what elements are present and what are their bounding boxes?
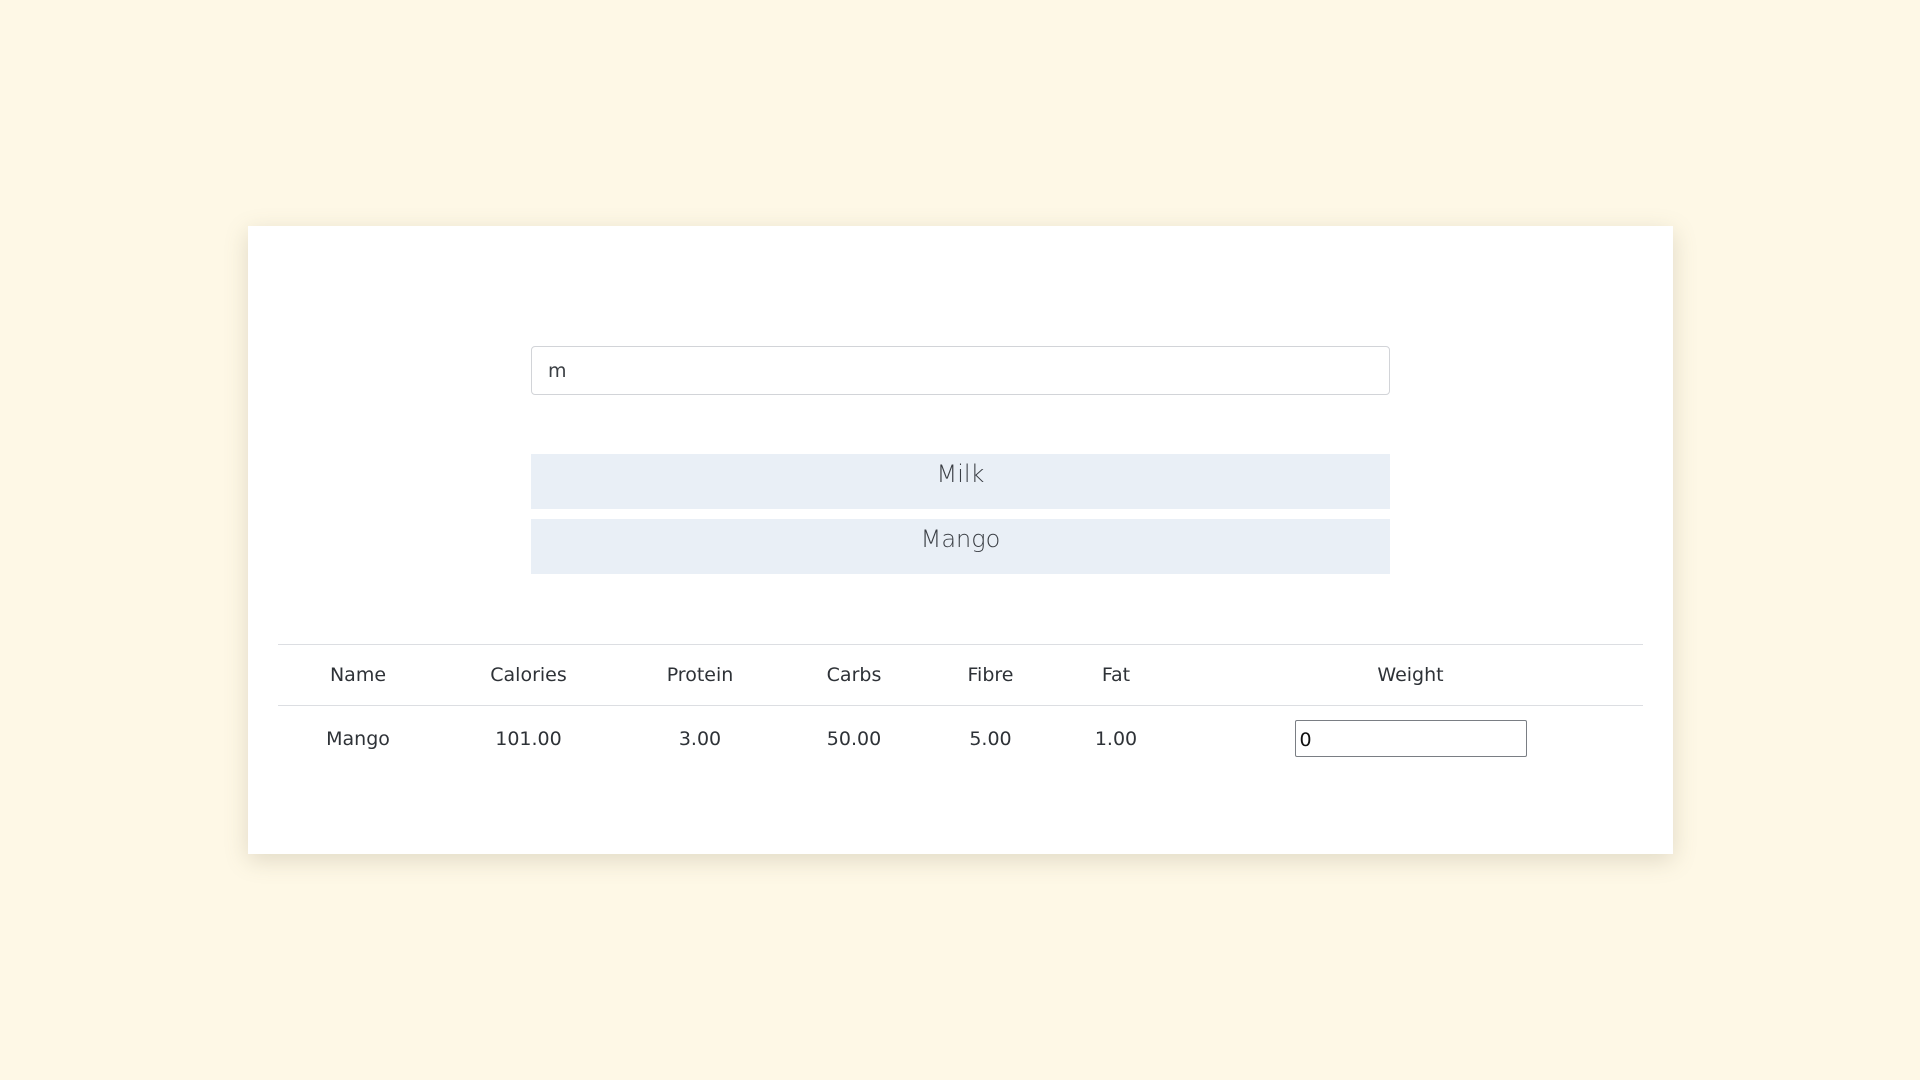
cell-calories: 101.00	[495, 727, 562, 750]
food-search-input[interactable]	[531, 346, 1390, 395]
column-header-fat: Fat	[1101, 664, 1131, 686]
nutrition-table-container: Name Calories Protein Carbs Fibre Fat We…	[278, 644, 1643, 772]
suggestion-list: Milk Mango	[531, 454, 1390, 584]
column-header-protein: Protein	[666, 664, 734, 686]
column-header-name: Name	[329, 664, 387, 686]
weight-input[interactable]	[1294, 720, 1527, 758]
nutrition-table: Name Calories Protein Carbs Fibre Fat We…	[278, 644, 1643, 772]
cell-name: Mango	[326, 727, 390, 750]
cell-carbs: 50.00	[826, 727, 882, 750]
column-header-fibre: Fibre	[967, 664, 1014, 686]
cell-fat: 1.00	[1094, 727, 1138, 750]
food-card: Milk Mango Name Calories Protein Carbs F…	[248, 226, 1673, 854]
column-header-weight: Weight	[1377, 664, 1444, 686]
table-header-row: Name Calories Protein Carbs Fibre Fat We…	[278, 644, 1643, 706]
column-header-calories: Calories	[490, 664, 567, 686]
cell-fibre: 5.00	[969, 727, 1012, 750]
cell-protein: 3.00	[678, 727, 722, 750]
suggestion-item-milk[interactable]: Milk	[531, 454, 1390, 509]
table-row: Mango 101.00 3.00 50.00 5.00 1.00	[278, 706, 1643, 772]
suggestion-item-mango[interactable]: Mango	[531, 519, 1390, 574]
cell-weight	[1178, 706, 1643, 772]
column-header-carbs: Carbs	[826, 664, 882, 686]
